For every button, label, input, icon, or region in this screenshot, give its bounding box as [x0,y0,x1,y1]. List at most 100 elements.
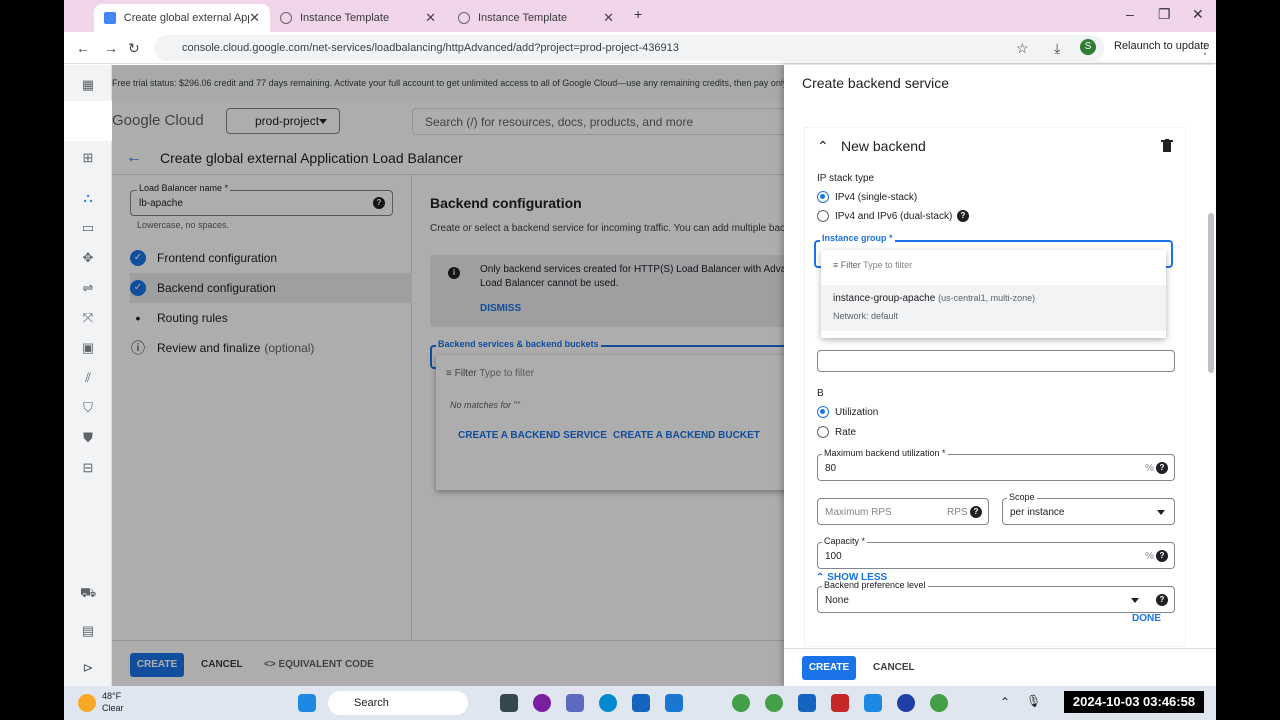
capacity-value: 100 [825,551,842,562]
release-notes-icon[interactable]: ▤ [80,623,96,639]
new-tab-icon[interactable]: + [634,6,642,22]
radio-dual-stack-label: IPv4 and IPv6 (dual-stack) [835,211,953,222]
instance-group-option[interactable]: instance-group-apache (us-central1, mult… [821,285,1166,331]
port-numbers-field[interactable] [817,350,1175,372]
weather-widget[interactable]: 48°F Clear [102,690,124,714]
chevron-up-icon[interactable]: ⌃ [817,138,829,155]
service-icon[interactable]: ▣ [80,340,96,356]
chevron-up-icon[interactable]: ⌃ [1000,695,1018,713]
nat-icon[interactable]: ⇌ [80,280,96,296]
security-icon[interactable]: ⛉ [80,400,96,416]
tab-instance-template-2[interactable]: Instance Template ✕ [448,4,624,32]
weather-temp: 48°F [102,691,122,701]
max-utilization-field[interactable]: Maximum backend utilization * 80 % ? [817,448,1175,481]
help-icon[interactable]: ? [1156,550,1168,562]
tab-label: Create global external Applicati [123,12,249,24]
edge-icon[interactable] [599,694,617,712]
profile-avatar[interactable]: S [1080,39,1096,55]
menu-dots-icon[interactable]: ⋮ [1198,40,1212,57]
tab-create-lb[interactable]: Create global external Applicati ✕ [94,4,270,32]
show-less-button[interactable]: ⌃ SHOW LESS [816,572,887,583]
bookmark-star-icon[interactable]: ☆ [1016,40,1029,57]
network-services-icon[interactable]: ⊞ [80,150,96,166]
back-icon[interactable]: ← [76,40,90,56]
radio-dual-stack[interactable] [817,210,829,222]
balancing-mode-label: B [817,388,824,399]
modal-scrim [112,65,784,686]
help-icon[interactable]: ? [1156,462,1168,474]
address-bar-row: ← → ↻ console.cloud.google.com/net-servi… [64,32,1216,64]
path-icon[interactable]: ⫽ [80,370,96,386]
word-icon[interactable] [798,694,816,712]
taskbar-search[interactable]: Search [328,691,468,715]
cdn-icon[interactable]: ▭ [80,220,96,236]
ig-option-zone: (us-central1, multi-zone) [938,293,1036,303]
mic-icon[interactable]: 🎙 [1026,694,1044,712]
globe-icon [458,12,470,24]
shield-icon[interactable]: ⛊ [80,430,96,446]
dns-icon[interactable]: ✥ [80,250,96,266]
screen: Create global external Applicati ✕ Insta… [0,0,1280,720]
store-icon[interactable] [632,694,650,712]
url-text: console.cloud.google.com/net-services/lo… [182,42,679,54]
expand-rail-icon[interactable]: ⊳ [80,660,96,676]
app-icon[interactable] [533,694,551,712]
zoom-icon[interactable] [897,694,915,712]
download-icon[interactable]: ⤓ [1054,40,1060,57]
scope-select[interactable]: Scope per instance [1002,492,1175,525]
panel-scrollbar[interactable] [1208,213,1214,373]
dropbox-icon[interactable] [665,694,683,712]
url-bar[interactable]: console.cloud.google.com/net-services/lo… [154,35,1104,61]
panel-footer: CREATE CANCEL [784,648,1216,686]
close-window-icon[interactable]: ✕ [1192,6,1204,23]
radio-rate[interactable] [817,426,829,438]
marketplace-icon[interactable]: ⛟ [80,585,96,601]
max-rps-field[interactable]: Maximum RPS RPS ? [817,498,989,525]
hierarchy-icon[interactable]: ⊟ [80,460,96,476]
radio-ipv4[interactable] [817,191,829,203]
help-icon[interactable]: ? [1156,594,1168,606]
windows-start-icon[interactable] [298,694,316,712]
preference-level-select[interactable]: Backend preference level None ? [817,580,1175,613]
pinned-icon[interactable]: ▦ [80,77,96,93]
minimize-icon[interactable]: – [1126,6,1134,22]
network-services-icon [104,12,116,24]
chrome-icon[interactable] [765,694,783,712]
radio-utilization-label: Utilization [835,407,879,418]
new-backend-title: New backend [841,138,926,154]
relaunch-button[interactable]: Relaunch to update [1114,40,1209,52]
create-backend-button[interactable]: CREATE [802,656,856,680]
maximize-icon[interactable]: ❐ [1158,6,1171,23]
help-icon[interactable]: ? [970,506,982,518]
left-rail: ▦ ☰ ⊞ ⛬ ▭ ✥ ⇌ ⤧ ▣ ⫽ ⛉ ⛊ ⊟ ⛟ ▤ ⊳ [64,65,112,686]
done-button[interactable]: DONE [1132,613,1161,624]
acrobat-icon[interactable] [831,694,849,712]
close-tab-icon[interactable]: ✕ [425,10,436,26]
teams-icon[interactable] [566,694,584,712]
close-tab-icon[interactable]: ✕ [249,10,260,26]
chrome-icon[interactable] [930,694,948,712]
scope-label: Scope [1007,492,1037,502]
reload-icon[interactable]: ↻ [128,40,140,57]
forward-icon[interactable]: → [104,40,118,56]
help-icon[interactable]: ? [957,210,969,222]
chrome-icon[interactable] [732,694,750,712]
radio-utilization[interactable] [817,406,829,418]
percent-unit: % [1145,463,1154,474]
ig-filter-input[interactable]: ≡ Filter Type to filter [833,260,912,270]
cancel-backend-button[interactable]: CANCEL [873,662,915,673]
close-tab-icon[interactable]: ✕ [603,10,614,26]
load-balancing-icon[interactable]: ⛬ [80,190,96,206]
tab-label: Instance Template [478,12,568,24]
task-view-icon[interactable] [500,694,518,712]
scope-value: per instance [1010,507,1065,518]
delete-icon[interactable] [1161,139,1173,153]
filter-placeholder: Type to filter [863,260,913,270]
traffic-icon[interactable]: ⤧ [80,310,96,326]
capacity-label: Capacity * [822,536,868,546]
tab-instance-template-1[interactable]: Instance Template ✕ [270,4,446,32]
notepad-icon[interactable] [864,694,882,712]
browser-window: Create global external Applicati ✕ Insta… [64,0,1216,686]
instance-group-dropdown: ≡ Filter Type to filter instance-group-a… [821,250,1166,338]
capacity-field[interactable]: Capacity * 100 % ? [817,536,1175,569]
